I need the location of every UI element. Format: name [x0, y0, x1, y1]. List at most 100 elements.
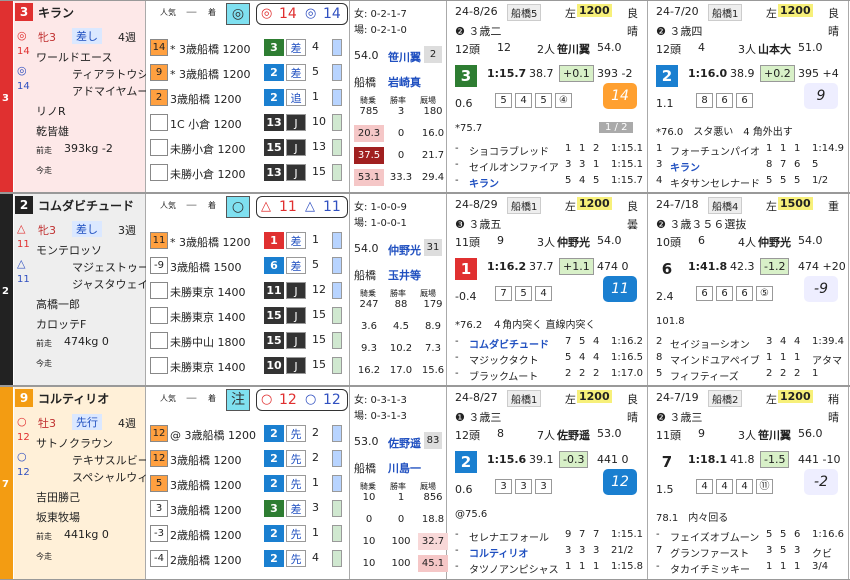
main-mark[interactable]: 注: [226, 389, 250, 411]
history-row[interactable]: -3 2歳船橋 1200 2 先 1: [146, 523, 350, 545]
result-name[interactable]: フィフティーズ: [670, 368, 739, 383]
result-name[interactable]: ショコラブレッド: [469, 143, 549, 158]
race-jw: 54.0: [597, 234, 622, 247]
odds-box[interactable]: ◎ 14 ◎ 14: [256, 3, 348, 25]
history-row[interactable]: 未勝小倉 1200 15 J 13: [146, 137, 350, 159]
result-c3: 6: [794, 529, 801, 540]
history-row[interactable]: 14 * 3歳船橋 1200 3 差 4: [146, 37, 350, 59]
history-row[interactable]: -9 3歳船橋 1500 6 差 5: [146, 255, 350, 277]
side-mark-1: △: [17, 222, 26, 235]
history-type: 先: [286, 550, 306, 567]
race-odds: -2: [804, 469, 838, 495]
result-time: 1:14.9: [812, 143, 844, 154]
history-type: 先: [286, 450, 306, 467]
trainer[interactable]: 岩崎真: [388, 74, 421, 90]
result-time: 1:15.1: [611, 143, 643, 154]
history-row[interactable]: 未勝東京 1400 11 J 12: [146, 280, 350, 302]
damsire: ジャスタウェイ: [72, 278, 149, 291]
history-type: 追: [286, 89, 306, 106]
race-cond: 稍: [828, 393, 839, 406]
sex-age: 牝3: [38, 31, 56, 44]
trainer[interactable]: 川島一: [388, 460, 421, 476]
race-page[interactable]: 1 / 2: [599, 122, 634, 133]
result-name[interactable]: フォーチュンパイオ: [670, 143, 760, 158]
history-row[interactable]: 12 3歳船橋 1200 2 先 2: [146, 448, 350, 470]
result-name[interactable]: コムダビチュード: [469, 336, 549, 351]
result-name[interactable]: マジックタクト: [469, 352, 539, 367]
horse-row[interactable]: 7 9 コルティリオ ○ 12 ○ 12 牡3 先行 4週 サトノクラウン テキサスルビー スペシャルウ…: [0, 386, 850, 580]
result-name[interactable]: マインドユアペイブ: [670, 352, 760, 367]
race-jockey: 山本大: [758, 43, 791, 56]
history-row[interactable]: 5 3歳船橋 1200 2 先 1: [146, 473, 350, 495]
result-name[interactable]: グランファースト: [670, 545, 749, 560]
history-row[interactable]: 3 3歳船橋 1200 3 差 3: [146, 498, 350, 520]
history-row[interactable]: 2 3歳船橋 1200 2 追 1: [146, 87, 350, 109]
history-row[interactable]: 未勝東京 1400 10 J 15: [146, 355, 350, 377]
trainer[interactable]: 玉井等: [388, 267, 421, 283]
result-name[interactable]: キラン: [670, 159, 700, 174]
race-cond: 良: [828, 7, 839, 20]
jockey-name[interactable]: 笹川翼: [388, 49, 421, 65]
jockey-name[interactable]: 佐野遥: [388, 435, 421, 451]
past-race-race2[interactable]: 24-7/19 船橋2 左 1200 稍 ❷ ３歳三 晴 11頭 9 3人 笹川翼 56.0 7 1:18…: [648, 387, 849, 579]
jockey-name[interactable]: 仲野光: [388, 242, 421, 258]
result-name[interactable]: ブラックムート: [469, 368, 538, 383]
horse-name[interactable]: コルティリオ: [38, 390, 109, 407]
odds2-mark: △: [305, 199, 315, 214]
history-row[interactable]: 12 @ 3歳船橋 1200 2 先 2: [146, 423, 350, 445]
result-c2: 1: [780, 561, 787, 572]
past-race-race2[interactable]: 24-7/20 船橋1 左 1200 良 ❷ ３歳四 晴 12頭 4 3人 山本大 51.0 2 1:16…: [648, 1, 849, 192]
horse-row[interactable]: 2 2 コムダビチュード △ 11 △ 11 牝3 差し 3週 モンテロッソ マジェストゥーズ ジャスタ…: [0, 193, 850, 386]
horse-name[interactable]: キラン: [38, 4, 74, 21]
post-column: 3: [0, 1, 13, 192]
past-race-race1[interactable]: 24-8/26 船橋5 左 1200 良 ❷ ３歳二晴 12頭 12 2人 笹川翼 54.0 3 1:1…: [447, 1, 648, 192]
post-column: 2: [0, 194, 13, 385]
race-heads: 11頭: [455, 236, 480, 249]
race-bw: 441 0: [597, 453, 629, 466]
history-row[interactable]: 9 * 3歳船橋 1200 2 差 5: [146, 62, 350, 84]
race-date: 24-7/18: [656, 198, 699, 211]
result-rank: 3: [656, 159, 663, 170]
history-race: 3歳船橋 1200: [170, 504, 242, 517]
rank-label: 着: [208, 8, 216, 17]
result-name[interactable]: コルティリオ: [469, 545, 528, 560]
history-row[interactable]: 未勝小倉 1200 13 J 15: [146, 162, 350, 184]
past-race-race2[interactable]: 24-7/18 船橋4 左 1500 重 ❷ ３歳３５６選抜 10頭 6 4人 仲野光 54.0 6 1…: [648, 194, 849, 385]
race-jw: 53.0: [597, 427, 622, 440]
odds-box[interactable]: ○ 12 ○ 12: [256, 389, 348, 411]
result-name[interactable]: キラン: [469, 175, 499, 190]
result-name[interactable]: フェイズオブムーン: [670, 529, 759, 544]
history-row[interactable]: 未勝中山 1800 15 J 15: [146, 330, 350, 352]
odds-box[interactable]: △ 11 △ 11: [256, 196, 348, 218]
race-dist: 1500: [778, 197, 813, 210]
race-class: ❶ ３歳三: [455, 411, 502, 424]
result-c3: 4: [593, 352, 600, 363]
result-name[interactable]: タカイチミッキー: [670, 561, 750, 576]
past-race-race1[interactable]: 24-8/29 船橋1 左 1200 良 ❸ ３歳五 曇 11頭 9 3人 仲野光 54.0 1 1:16…: [447, 194, 648, 385]
history-row[interactable]: 1C 小倉 1200 13 J 10: [146, 112, 350, 134]
past-race-race1[interactable]: 24-8/27 船橋1 左 1200 良 ❶ ３歳三 晴 12頭 8 7人 佐野遥 53.0 2 1:15…: [447, 387, 648, 579]
post-number: 3: [2, 93, 9, 104]
history-row[interactable]: -4 2歳船橋 1200 2 先 4: [146, 548, 350, 570]
sex-age: 牝3: [38, 224, 56, 237]
stat-cell: 180: [423, 106, 443, 117]
history-row[interactable]: 11 * 3歳船橋 1200 1 差 1: [146, 230, 350, 252]
main-mark[interactable]: ◎: [226, 3, 250, 25]
result-name[interactable]: タツノアンピシャス: [469, 561, 559, 576]
horse-row[interactable]: 3 3 キラン ◎ 14 ◎ 14 牝3 差し 4週 ワールドエース ティアラトウショウ アドマイヤムー…: [0, 0, 850, 193]
race-pop: 3人: [738, 429, 756, 442]
history-rank: [150, 164, 168, 181]
horse-name[interactable]: コムダビチュード: [38, 197, 134, 214]
history-row[interactable]: 未勝東京 1400 15 J 15: [146, 305, 350, 327]
history-rank: [150, 114, 168, 131]
result-name[interactable]: セレナエフォール: [469, 529, 549, 544]
race-heads: 12頭: [455, 429, 480, 442]
result-name[interactable]: セイジョーシオン: [670, 336, 750, 351]
history-rank: [150, 282, 168, 299]
result-name[interactable]: セイルオンファイア: [469, 159, 559, 174]
result-c3: 4: [794, 336, 801, 347]
race-jockey: 仲野光: [557, 236, 590, 249]
result-name[interactable]: キタサンセレナード: [670, 175, 760, 190]
main-mark[interactable]: ○: [226, 196, 250, 218]
odds1: 11: [279, 199, 297, 215]
